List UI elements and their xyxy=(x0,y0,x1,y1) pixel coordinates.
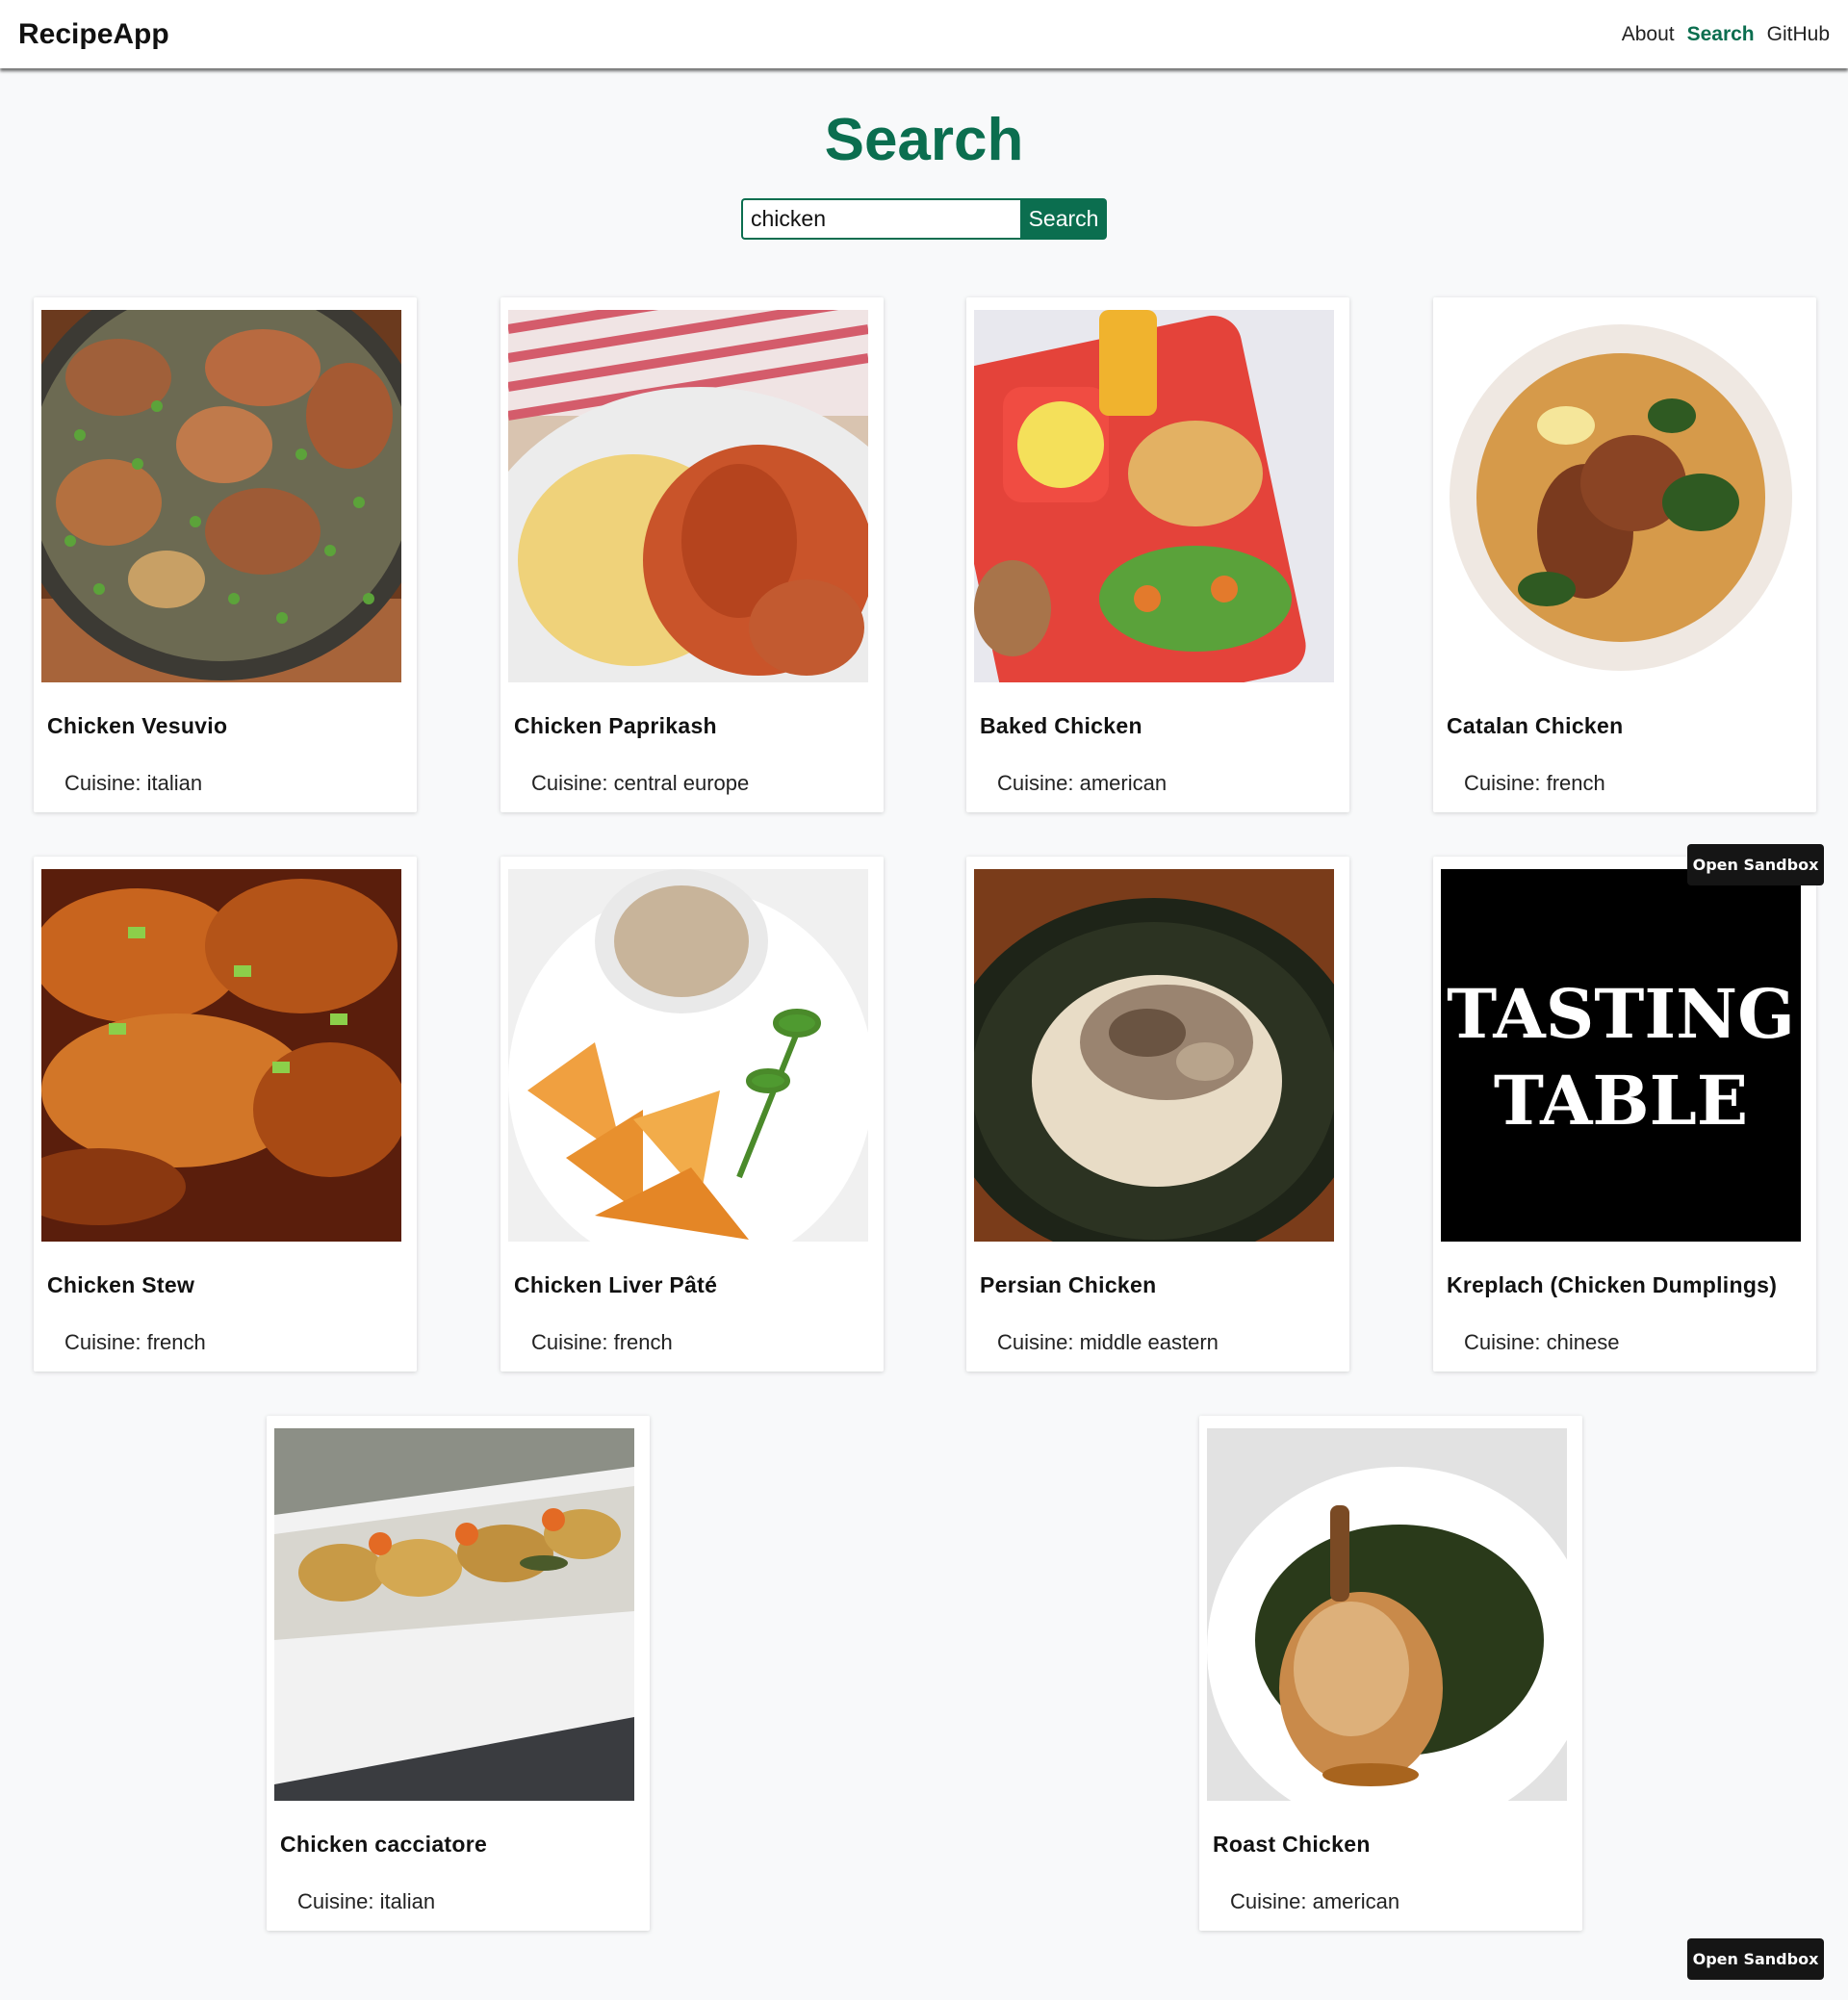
recipe-image xyxy=(41,869,401,1242)
recipe-cuisine: Cuisine: italian xyxy=(64,771,203,795)
nav-link-about[interactable]: About xyxy=(1622,23,1675,46)
recipe-image xyxy=(974,869,1334,1242)
recipe-cuisine: Cuisine: central europe xyxy=(531,771,750,795)
recipe-image: TASTING TABLE xyxy=(1441,869,1801,1242)
logo-text-top: TASTING xyxy=(1447,974,1795,1054)
recipe-title[interactable]: Chicken Stew xyxy=(47,1272,194,1298)
recipe-card[interactable]: Persian Chicken Cuisine: middle eastern xyxy=(966,857,1349,1372)
recipe-image xyxy=(1441,310,1801,682)
recipe-image xyxy=(1207,1428,1567,1801)
recipe-image xyxy=(508,869,868,1242)
recipe-image xyxy=(41,310,401,682)
recipe-cuisine: Cuisine: french xyxy=(64,1330,206,1354)
page-title: Search xyxy=(824,107,1024,173)
recipe-card[interactable]: Baked Chicken Cuisine: american xyxy=(966,297,1349,812)
recipe-card[interactable]: Chicken Paprikash Cuisine: central europ… xyxy=(500,297,884,812)
open-sandbox-button[interactable]: Open Sandbox xyxy=(1687,844,1824,885)
recipe-cuisine: Cuisine: french xyxy=(531,1330,673,1354)
recipe-image xyxy=(508,310,868,682)
navbar: RecipeApp About Search GitHub xyxy=(0,0,1848,68)
open-sandbox-button[interactable]: Open Sandbox xyxy=(1687,1938,1824,1980)
recipe-card[interactable]: Chicken Stew Cuisine: french xyxy=(34,857,417,1372)
recipe-image xyxy=(274,1428,634,1801)
recipe-title[interactable]: Catalan Chicken xyxy=(1447,713,1623,739)
search-form: Search xyxy=(741,198,1107,240)
recipe-title[interactable]: Chicken Paprikash xyxy=(514,713,717,739)
recipe-title[interactable]: Persian Chicken xyxy=(980,1272,1156,1298)
recipe-cuisine: Cuisine: american xyxy=(1230,1889,1400,1913)
nav-link-github[interactable]: GitHub xyxy=(1767,23,1830,46)
recipe-cuisine: Cuisine: italian xyxy=(297,1889,436,1913)
recipe-card[interactable]: Chicken cacciatore Cuisine: italian xyxy=(267,1416,650,1931)
recipe-card[interactable]: Chicken Vesuvio Cuisine: italian xyxy=(34,297,417,812)
search-button[interactable]: Search xyxy=(1020,198,1107,240)
recipe-image xyxy=(974,310,1334,682)
recipe-cuisine: Cuisine: middle eastern xyxy=(997,1330,1219,1354)
brand-logo[interactable]: RecipeApp xyxy=(18,18,169,51)
recipe-title[interactable]: Roast Chicken xyxy=(1213,1832,1371,1858)
recipe-card[interactable]: Catalan Chicken Cuisine: french xyxy=(1433,297,1816,812)
recipe-title[interactable]: Chicken cacciatore xyxy=(280,1832,487,1858)
recipe-cuisine: Cuisine: chinese xyxy=(1464,1330,1620,1354)
recipe-title[interactable]: Kreplach (Chicken Dumplings) xyxy=(1447,1272,1777,1298)
search-input[interactable] xyxy=(741,198,1020,240)
recipe-title[interactable]: Chicken Vesuvio xyxy=(47,713,227,739)
recipe-cuisine: Cuisine: american xyxy=(997,771,1168,795)
nav-links: About Search GitHub xyxy=(1622,23,1830,46)
recipe-title[interactable]: Baked Chicken xyxy=(980,713,1142,739)
recipe-card[interactable]: Roast Chicken Cuisine: american xyxy=(1199,1416,1582,1931)
logo-text-bottom: TABLE xyxy=(1494,1061,1748,1141)
recipe-card[interactable]: TASTING TABLE Kreplach (Chicken Dumpling… xyxy=(1433,857,1816,1372)
recipe-cuisine: Cuisine: french xyxy=(1464,771,1605,795)
recipe-title[interactable]: Chicken Liver Pâté xyxy=(514,1272,717,1298)
nav-link-search[interactable]: Search xyxy=(1687,23,1755,46)
recipe-card[interactable]: Chicken Liver Pâté Cuisine: french xyxy=(500,857,884,1372)
